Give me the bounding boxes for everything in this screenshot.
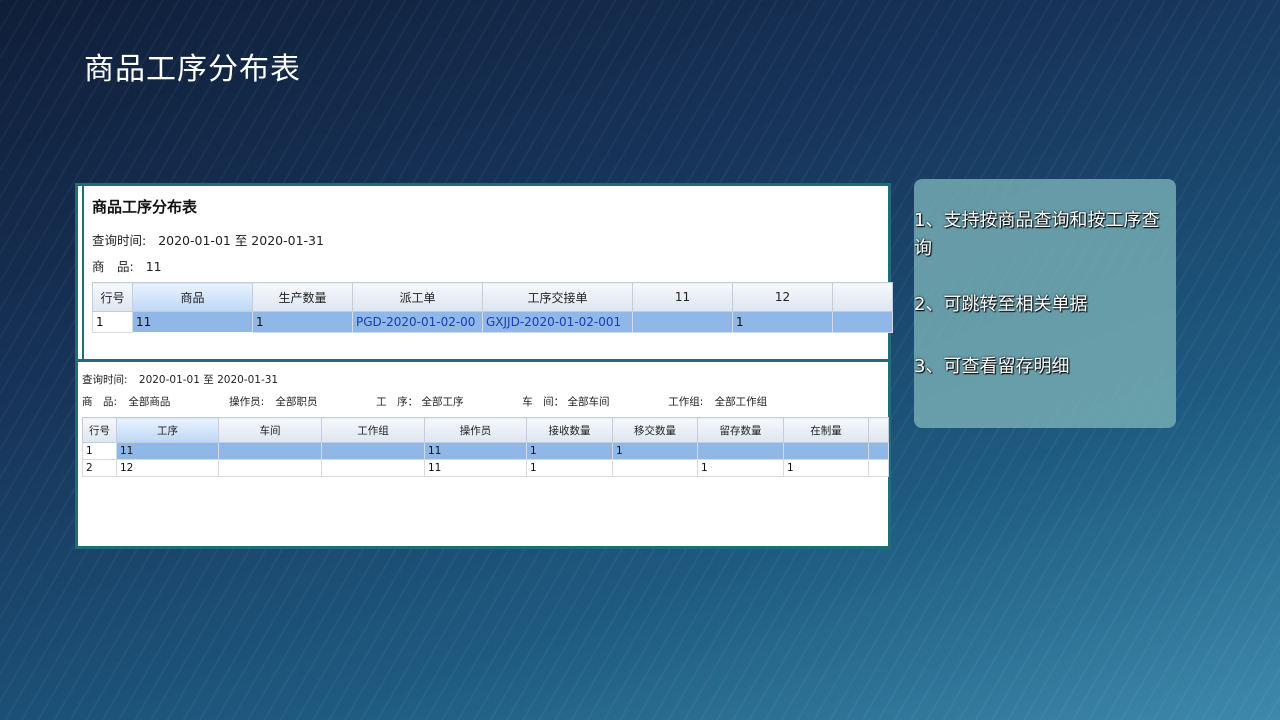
- col-header-handover[interactable]: 工序交接单: [482, 282, 633, 312]
- cell-empty: [868, 442, 889, 460]
- cell-retained[interactable]: 1: [697, 459, 784, 477]
- cell-empty: [868, 459, 889, 477]
- col-header-workshop[interactable]: 车间: [218, 417, 322, 443]
- filter-product-value: 全部商品: [128, 396, 171, 408]
- query-time-value: 2020-01-01 至 2020-01-31: [158, 233, 324, 248]
- col-header-transferred[interactable]: 移交数量: [612, 417, 698, 443]
- cell-row-no: 1: [82, 442, 117, 460]
- filter-line: 商 品: 全部商品 操作员: 全部职员 工 序： 全部工序 车 间： 全部车间 …: [82, 394, 767, 409]
- cell-empty: [832, 311, 893, 333]
- query-time-line: 查询时间: 2020-01-01 至 2020-01-31: [92, 230, 324, 249]
- col-header-empty: [868, 417, 889, 443]
- cell-received[interactable]: 1: [526, 442, 613, 460]
- col-header-12[interactable]: 12: [732, 282, 833, 312]
- col-header-row-no[interactable]: 行号: [82, 417, 117, 443]
- cell-wip[interactable]: [783, 442, 869, 460]
- query-time-label: 查询时间:: [82, 374, 128, 386]
- cell-process[interactable]: 12: [116, 459, 219, 477]
- col-header-operator[interactable]: 操作员: [424, 417, 527, 443]
- filter-workshop-label: 车 间：: [522, 396, 565, 408]
- cell-workshop[interactable]: [218, 442, 322, 460]
- cell-product[interactable]: 11: [132, 311, 253, 333]
- col-header-wip[interactable]: 在制量: [783, 417, 869, 443]
- filter-workshop-value: 全部车间: [567, 396, 610, 408]
- filter-process-value: 全部工序: [421, 396, 464, 408]
- cell-retained[interactable]: [697, 442, 784, 460]
- product-line: 商 品: 11: [92, 256, 162, 275]
- slide-title: 商品工序分布表: [84, 52, 301, 87]
- filter-product-label: 商 品:: [82, 396, 118, 408]
- table-row[interactable]: 1 11 11 1 1: [82, 442, 889, 460]
- query-time-value: 2020-01-01 至 2020-01-31: [138, 374, 279, 386]
- cell-row-no: 1: [92, 311, 133, 333]
- feature-item: 2、可跳转至相关单据: [914, 294, 1088, 315]
- feature-item: 1、支持按商品查询和按工序查询: [914, 210, 1160, 259]
- cell-wip[interactable]: 1: [783, 459, 869, 477]
- filter-workgroup-value: 全部工作组: [714, 396, 768, 408]
- product-value: 11: [145, 259, 162, 274]
- feature-item: 3、可查看留存明细: [914, 356, 1070, 377]
- cell-row-no: 2: [82, 459, 117, 477]
- cell-workshop[interactable]: [218, 459, 322, 477]
- cell-11[interactable]: [632, 311, 733, 333]
- product-label: 商 品:: [92, 259, 134, 274]
- col-header-empty: [832, 282, 893, 312]
- col-header-received[interactable]: 接收数量: [526, 417, 613, 443]
- filter-process-label: 工 序：: [376, 396, 419, 408]
- table-row[interactable]: 1 11 1 PGD-2020-01-02-00 GXJJD-2020-01-0…: [92, 311, 893, 333]
- query-time-line-bottom: 查询时间: 2020-01-01 至 2020-01-31: [82, 372, 278, 387]
- col-header-product[interactable]: 商品: [132, 282, 253, 312]
- process-detail-table: 行号 工序 车间 工作组 操作员 接收数量 移交数量 留存数量 在制量 1 11…: [82, 417, 889, 477]
- handover-order-link[interactable]: GXJJD-2020-01-02-001: [482, 311, 633, 333]
- col-header-process[interactable]: 工序: [116, 417, 219, 443]
- col-header-retained[interactable]: 留存数量: [697, 417, 784, 443]
- feature-card: 1、支持按商品查询和按工序查询 2、可跳转至相关单据 3、可查看留存明细: [914, 179, 1176, 428]
- dispatch-order-link[interactable]: PGD-2020-01-02-00: [352, 311, 483, 333]
- cell-quantity[interactable]: 1: [252, 311, 353, 333]
- cell-transferred[interactable]: 1: [612, 442, 698, 460]
- filter-workgroup-label: 工作组:: [668, 396, 704, 408]
- report-panel-bottom: 查询时间: 2020-01-01 至 2020-01-31 商 品: 全部商品 …: [75, 359, 891, 549]
- cell-workgroup[interactable]: [321, 459, 425, 477]
- table-row[interactable]: 2 12 11 1 1 1: [82, 459, 889, 477]
- col-header-workgroup[interactable]: 工作组: [321, 417, 425, 443]
- report-title: 商品工序分布表: [92, 198, 198, 216]
- report-panel-top: 商品工序分布表 查询时间: 2020-01-01 至 2020-01-31 商 …: [75, 183, 893, 359]
- query-time-label: 查询时间:: [92, 233, 147, 248]
- filter-operator-value: 全部职员: [275, 396, 318, 408]
- cell-workgroup[interactable]: [321, 442, 425, 460]
- cell-12[interactable]: 1: [732, 311, 833, 333]
- cell-transferred[interactable]: [612, 459, 698, 477]
- col-header-11[interactable]: 11: [632, 282, 733, 312]
- filter-operator-label: 操作员:: [229, 396, 265, 408]
- col-header-quantity[interactable]: 生产数量: [252, 282, 353, 312]
- cell-process[interactable]: 11: [116, 442, 219, 460]
- cell-operator[interactable]: 11: [424, 442, 527, 460]
- cell-operator[interactable]: 11: [424, 459, 527, 477]
- cell-received[interactable]: 1: [526, 459, 613, 477]
- col-header-row-no[interactable]: 行号: [92, 282, 133, 312]
- col-header-dispatch[interactable]: 派工单: [352, 282, 483, 312]
- product-process-table: 行号 商品 生产数量 派工单 工序交接单 11 12 1 11 1 PGD-20…: [92, 282, 893, 333]
